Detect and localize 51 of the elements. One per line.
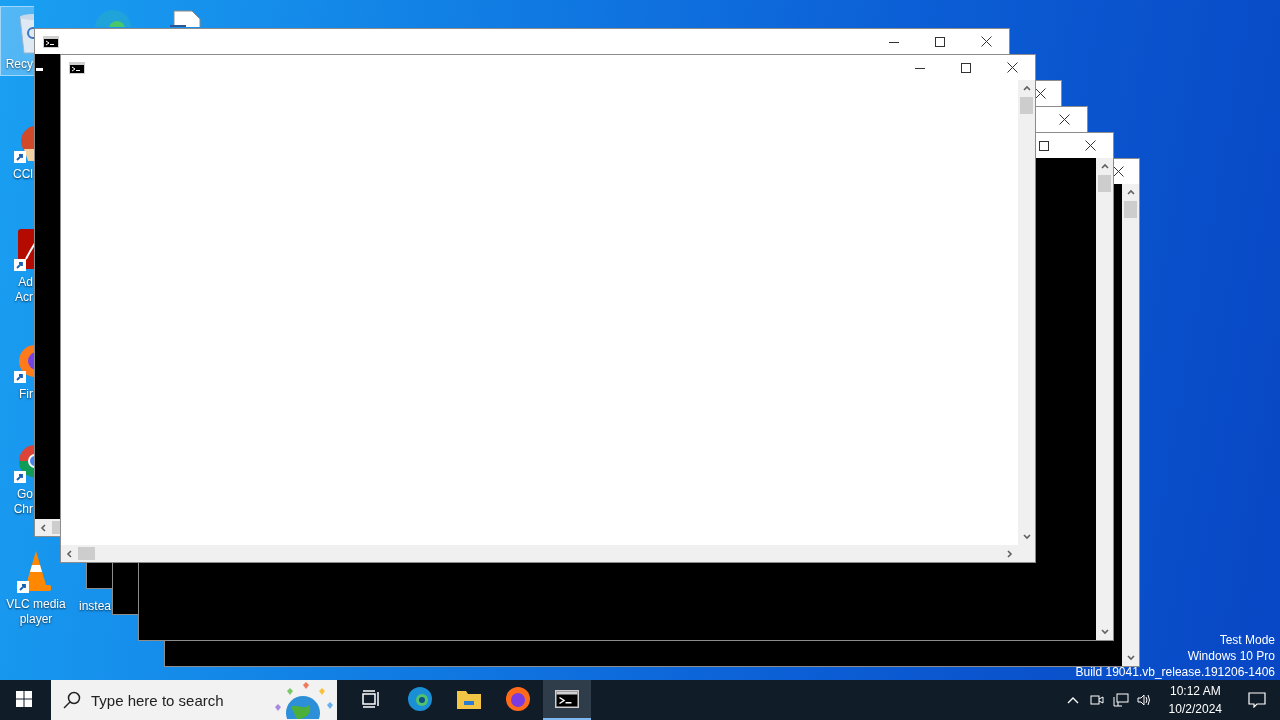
folder-icon xyxy=(456,688,482,710)
edge-icon xyxy=(407,686,433,712)
scroll-thumb[interactable] xyxy=(1124,201,1137,218)
icon-label: Recy xyxy=(5,57,34,72)
scroll-thumb[interactable] xyxy=(1020,97,1033,114)
search-input[interactable]: Type here to search xyxy=(91,691,251,709)
windows-logo-icon xyxy=(16,691,32,707)
console-icon xyxy=(43,35,59,48)
close-icon xyxy=(980,36,992,47)
close-icon xyxy=(1084,140,1096,151)
clock[interactable]: 10:12 AM 10/2/2024 xyxy=(1156,682,1234,718)
icon-label: Go Chr xyxy=(13,487,34,517)
icon-label: Ad Acr xyxy=(15,275,34,305)
maximize-icon xyxy=(961,62,971,73)
close-icon xyxy=(1035,88,1046,99)
scroll-thumb[interactable] xyxy=(78,547,95,560)
maximize-icon xyxy=(935,36,945,47)
close-icon xyxy=(1006,62,1018,73)
search-icon xyxy=(63,691,81,709)
icon-label: VLC media player xyxy=(6,597,66,627)
chevron-right-icon xyxy=(1005,549,1014,558)
speaker-icon xyxy=(1136,693,1153,707)
network-icon xyxy=(1112,693,1129,707)
search-field[interactable]: Type here to search xyxy=(51,680,337,720)
icon-label: CCl xyxy=(13,167,34,182)
icon-label: Fir xyxy=(19,387,34,402)
scroll-thumb[interactable] xyxy=(1098,175,1111,192)
chevron-up-icon xyxy=(1066,696,1079,704)
chevron-up-icon xyxy=(1100,162,1109,171)
desktop-icon[interactable]: VLC media player xyxy=(0,546,72,632)
chevron-down-icon xyxy=(1100,627,1109,636)
console-icon xyxy=(69,61,85,74)
chevron-up-icon xyxy=(1022,84,1031,93)
firefox-icon xyxy=(505,686,531,712)
chevron-down-icon xyxy=(1126,653,1135,662)
taskbar-app-button[interactable] xyxy=(543,680,591,720)
system-info-text: Windows 10 Pro xyxy=(1187,648,1275,664)
close-icon xyxy=(1058,114,1070,125)
maximize-icon xyxy=(1039,140,1049,151)
task-view-icon xyxy=(361,690,381,708)
scroll-thumb[interactable] xyxy=(52,521,60,534)
chevron-left-icon xyxy=(65,549,74,558)
close-icon xyxy=(1113,166,1124,177)
console-icon xyxy=(555,690,579,708)
system-info-text: Build 19041.vb_release.191206-1406 xyxy=(1075,664,1275,680)
system-info-text: Test Mode xyxy=(1219,632,1275,648)
chevron-up-icon xyxy=(1126,188,1135,197)
chevron-left-icon xyxy=(39,523,48,532)
camera-icon xyxy=(1089,693,1104,707)
chevron-down-icon xyxy=(1022,532,1031,541)
speech-bubble-icon xyxy=(1248,692,1266,708)
